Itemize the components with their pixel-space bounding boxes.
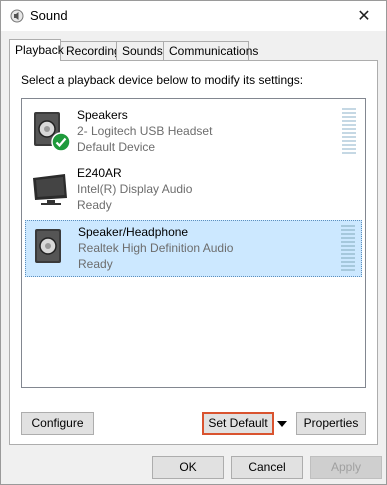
- set-default-button[interactable]: Set Default: [202, 412, 274, 435]
- cancel-button[interactable]: Cancel: [231, 456, 303, 479]
- instruction-text: Select a playback device below to modify…: [21, 73, 304, 87]
- monitor-icon: [33, 174, 67, 205]
- apply-button[interactable]: Apply: [310, 456, 382, 479]
- sound-app-icon: [10, 9, 24, 23]
- device-name: E240AR: [77, 166, 122, 180]
- device-description: Intel(R) Display Audio: [77, 182, 193, 196]
- ok-button[interactable]: OK: [152, 456, 224, 479]
- tab-playback[interactable]: Playback: [9, 39, 64, 61]
- chevron-down-icon: [277, 420, 287, 427]
- device-name: Speakers: [77, 108, 128, 122]
- tab-sounds[interactable]: Sounds: [116, 41, 164, 60]
- default-check-icon: [51, 132, 71, 152]
- close-button[interactable]: ✕: [342, 1, 386, 31]
- device-name: Speaker/Headphone: [78, 225, 189, 239]
- device-item-speaker-headphone[interactable]: Speaker/Headphone Realtek High Definitio…: [25, 220, 362, 277]
- device-description: 2- Logitech USB Headset: [77, 124, 213, 138]
- set-default-dropdown-button[interactable]: [274, 412, 290, 435]
- device-description: Realtek High Definition Audio: [78, 241, 234, 255]
- title-bar: Sound ✕: [1, 1, 386, 31]
- configure-button[interactable]: Configure: [21, 412, 94, 435]
- tab-communications[interactable]: Communications: [163, 41, 258, 60]
- device-list[interactable]: Speakers 2- Logitech USB Headset Default…: [21, 98, 366, 388]
- speaker-icon: [35, 229, 61, 263]
- playback-panel: Select a playback device below to modify…: [9, 60, 378, 445]
- tab-recording[interactable]: Recording: [60, 41, 121, 60]
- volume-level-meter: [341, 225, 355, 273]
- device-item-speakers[interactable]: Speakers 2- Logitech USB Headset Default…: [25, 104, 362, 160]
- device-item-e240ar[interactable]: E240AR Intel(R) Display Audio Ready: [25, 162, 362, 218]
- sound-dialog: Sound ✕ Playback Recording Sounds Commun…: [0, 0, 387, 485]
- window-title: Sound: [30, 8, 68, 23]
- device-status: Default Device: [77, 140, 156, 154]
- close-icon: ✕: [357, 8, 371, 25]
- device-status: Ready: [78, 257, 113, 271]
- volume-level-meter: [342, 108, 356, 156]
- properties-button[interactable]: Properties: [296, 412, 366, 435]
- device-status: Ready: [77, 198, 112, 212]
